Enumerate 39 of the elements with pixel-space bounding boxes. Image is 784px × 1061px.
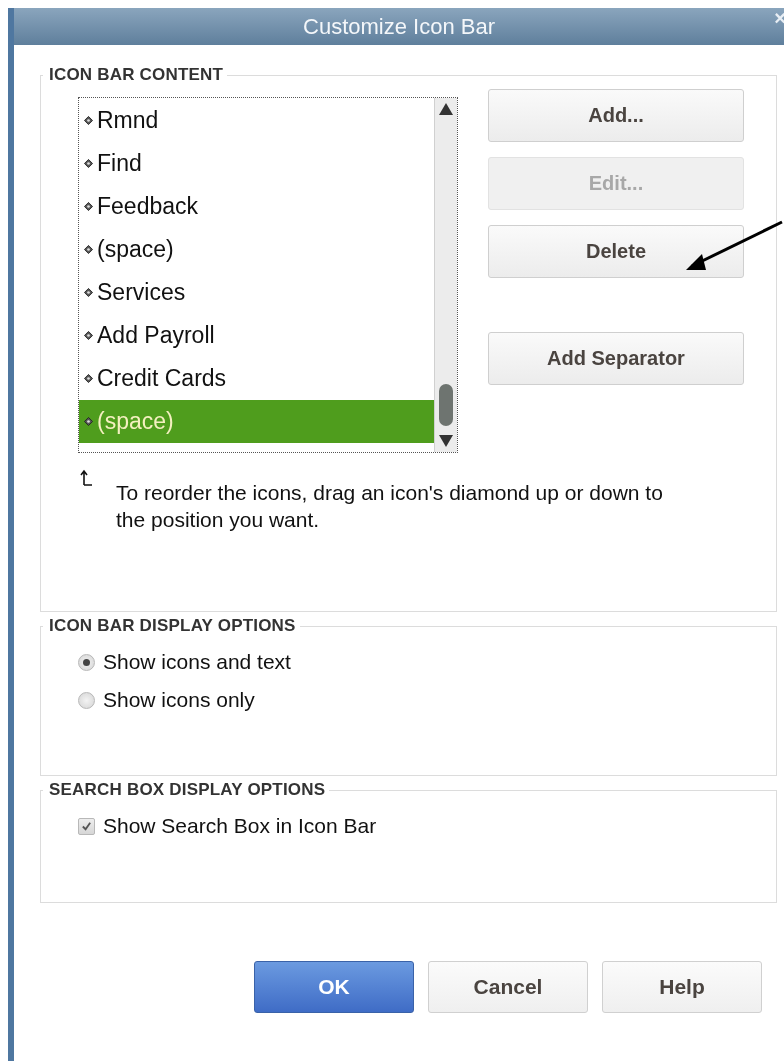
- action-button[interactable]: Add Separator: [488, 332, 744, 385]
- scroll-up-icon[interactable]: [438, 102, 454, 116]
- diamond-icon[interactable]: [84, 116, 93, 125]
- list-item[interactable]: Add Payroll: [79, 314, 434, 357]
- dialog-button[interactable]: Cancel: [428, 961, 588, 1013]
- dialog-button[interactable]: Help: [602, 961, 762, 1013]
- reorder-icon: [80, 469, 94, 487]
- group-title: ICON BAR DISPLAY OPTIONS: [48, 616, 297, 636]
- scroll-thumb[interactable]: [439, 384, 453, 426]
- list-item[interactable]: Credit Cards: [79, 357, 434, 400]
- radio-option[interactable]: Show icons only: [78, 688, 776, 712]
- list-item[interactable]: (space): [79, 228, 434, 271]
- icon-list[interactable]: Rmnd Find Feedback (space) Services Add Payroll Credit Cards (space): [78, 97, 458, 453]
- list-item[interactable]: Services: [79, 271, 434, 314]
- action-button[interactable]: Add...: [488, 89, 744, 142]
- scroll-down-icon[interactable]: [438, 434, 454, 448]
- diamond-icon[interactable]: [84, 202, 93, 211]
- diamond-icon[interactable]: [84, 331, 93, 340]
- checkbox-option[interactable]: Show Search Box in Icon Bar: [78, 814, 776, 838]
- diamond-icon[interactable]: [84, 374, 93, 383]
- radio-button[interactable]: [78, 691, 95, 709]
- list-item[interactable]: Find: [79, 142, 434, 185]
- action-button[interactable]: Delete: [488, 225, 744, 278]
- diamond-icon[interactable]: [84, 288, 93, 297]
- check-icon: [81, 820, 92, 832]
- radio-button[interactable]: [78, 653, 95, 671]
- checkbox[interactable]: [78, 817, 95, 835]
- list-item[interactable]: Feedback: [79, 185, 434, 228]
- diamond-icon[interactable]: [84, 159, 93, 168]
- diamond-icon[interactable]: [84, 245, 93, 254]
- hint-text: To reorder the icons, drag an icon's diamond up or down to the position you want.: [116, 480, 664, 533]
- group-title: SEARCH BOX DISPLAY OPTIONS: [48, 780, 327, 800]
- radio-option[interactable]: Show icons and text: [78, 650, 776, 674]
- diamond-icon[interactable]: [84, 417, 93, 426]
- group-title: ICON BAR CONTENT: [48, 65, 225, 85]
- scrollbar[interactable]: [434, 98, 457, 452]
- list-item[interactable]: Rmnd: [79, 99, 434, 142]
- window-title: Customize Icon Bar: [303, 13, 495, 40]
- dialog-button[interactable]: OK: [254, 961, 414, 1013]
